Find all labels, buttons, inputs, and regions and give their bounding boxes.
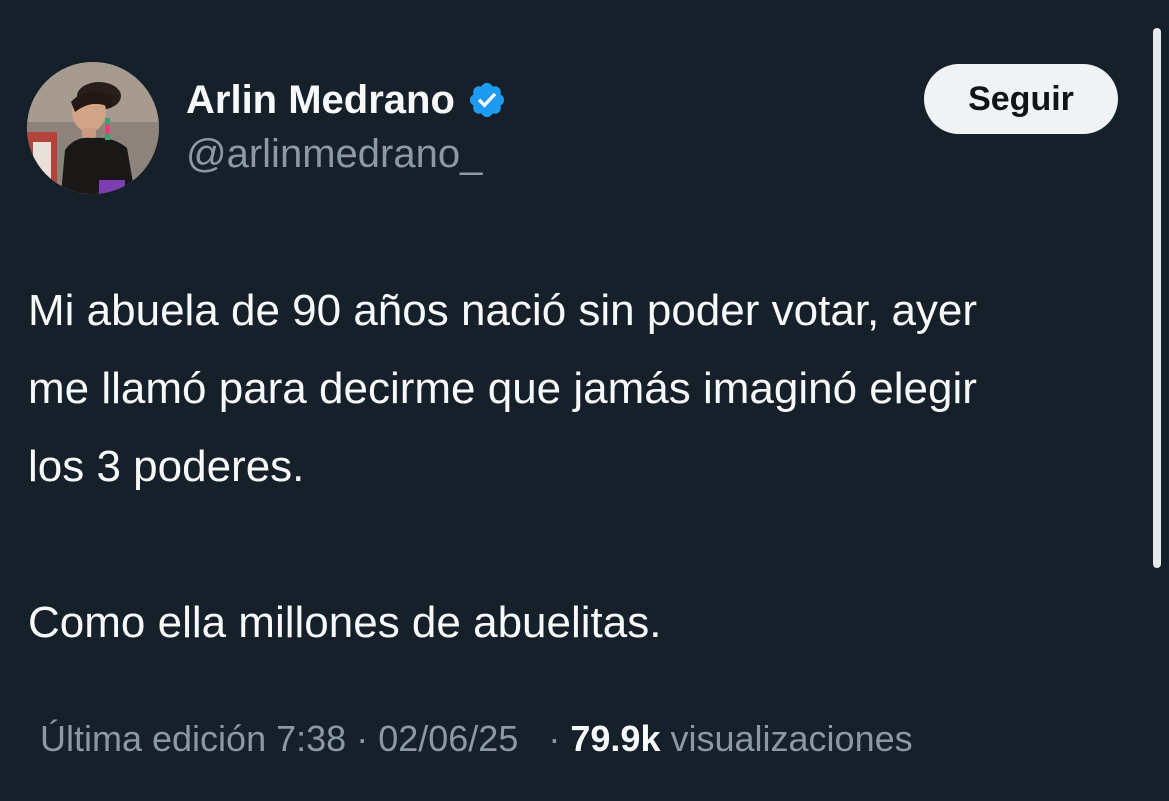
author-name[interactable]: Arlin Medrano [186,78,455,123]
views-count: 79.9k [570,718,661,759]
views-label: visualizaciones [670,718,913,759]
meta-separator: · [548,718,561,759]
tweet-meta: Última edición 7:38 · 02/06/25 · 79.9k v… [40,718,913,760]
tweet-date[interactable]: 02/06/25 [378,718,518,759]
tweet-text-line: me llamó para decirme que jamás imaginó … [28,364,977,413]
author-name-row: Arlin Medrano [186,76,507,124]
meta-separator: · [356,718,369,759]
tweet-text-line: Mi abuela de 90 años nació sin poder vot… [28,286,978,335]
verified-badge-icon[interactable] [467,80,507,120]
tweet-container: Arlin Medrano @arlinmedrano_ Seguir Mi a… [0,0,1169,801]
follow-button[interactable]: Seguir [924,64,1118,134]
edited-label[interactable]: Última edición [40,718,266,759]
tweet-text: Mi abuela de 90 años nació sin poder vot… [28,272,1143,662]
tweet-text-line: Como ella millones de abuelitas. [28,598,662,647]
avatar[interactable] [27,62,159,194]
author-handle[interactable]: @arlinmedrano_ [186,132,482,177]
tweet-text-line: los 3 poderes. [28,442,305,491]
scrollbar[interactable] [1153,28,1161,568]
tweet-time[interactable]: 7:38 [276,718,346,759]
avatar-photo-icon [27,62,159,194]
